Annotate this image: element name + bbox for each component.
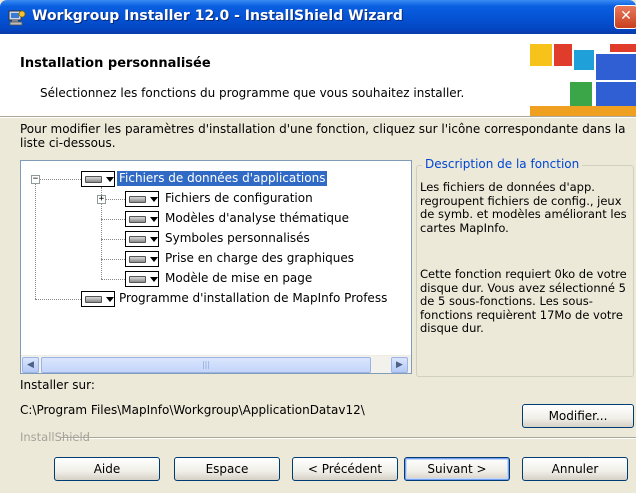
next-button[interactable]: Suivant > bbox=[404, 457, 510, 481]
hard-drive-icon bbox=[85, 176, 102, 183]
installshield-brand: InstallShield bbox=[20, 430, 90, 444]
tree-item-layout-template[interactable]: Modèle de mise en page bbox=[163, 271, 314, 286]
tree-item-app-data[interactable]: Fichiers de données d'applications bbox=[117, 171, 328, 186]
collapse-toggle[interactable]: − bbox=[31, 175, 40, 184]
description-text: Les fichiers de données d'app. regroupen… bbox=[420, 180, 627, 235]
dropdown-arrow-icon bbox=[150, 257, 158, 262]
tree-item-mapinfo-installer[interactable]: Programme d'installation de MapInfo Prof… bbox=[117, 291, 389, 306]
tree-item-custom-symbols[interactable]: Symboles personnalisés bbox=[163, 231, 312, 246]
dropdown-arrow-icon bbox=[106, 177, 114, 182]
feature-state-dropdown[interactable] bbox=[81, 291, 115, 307]
dropdown-arrow-icon bbox=[150, 197, 158, 202]
close-button[interactable]: ✕ bbox=[614, 5, 636, 29]
horizontal-scrollbar[interactable]: ◀ ||| ▶ bbox=[21, 355, 411, 373]
expand-toggle[interactable]: + bbox=[97, 195, 106, 204]
scroll-left-button[interactable]: ◀ bbox=[22, 357, 39, 373]
title-bar[interactable]: Workgroup Installer 12.0 - InstallShield… bbox=[0, 0, 636, 34]
tree-connector bbox=[35, 179, 81, 180]
page-title: Installation personnalisée bbox=[20, 56, 211, 71]
tree-connector bbox=[35, 179, 36, 299]
tree-connector bbox=[101, 239, 125, 240]
hard-drive-icon bbox=[129, 276, 146, 283]
tree-connector bbox=[101, 259, 125, 260]
disk-requirements-text: Cette fonction requiert 0ko de votre dis… bbox=[420, 268, 627, 335]
window-title: Workgroup Installer 12.0 - InstallShield… bbox=[32, 8, 403, 24]
feature-state-dropdown[interactable] bbox=[125, 191, 159, 207]
hard-drive-icon bbox=[85, 296, 102, 303]
dropdown-arrow-icon bbox=[150, 217, 158, 222]
feature-state-dropdown[interactable] bbox=[125, 231, 159, 247]
scroll-thumb[interactable]: ||| bbox=[41, 357, 371, 373]
tree-item-thematic-templates[interactable]: Modèles d'analyse thématique bbox=[163, 211, 351, 226]
tree-connector bbox=[35, 299, 81, 300]
tree-item-config-files[interactable]: Fichiers de configuration bbox=[163, 191, 315, 206]
feature-tree[interactable]: − Fichiers de données d'applications + F… bbox=[20, 160, 412, 374]
hard-drive-icon bbox=[129, 196, 146, 203]
dropdown-arrow-icon bbox=[106, 297, 114, 302]
feature-state-dropdown[interactable] bbox=[125, 271, 159, 287]
dropdown-arrow-icon bbox=[150, 277, 158, 282]
install-location-label: Installer sur: bbox=[20, 378, 95, 392]
installshield-separator bbox=[60, 437, 636, 439]
hard-drive-icon bbox=[129, 216, 146, 223]
back-button[interactable]: < Précédent bbox=[292, 457, 398, 481]
description-legend: Description de la fonction bbox=[422, 157, 583, 171]
help-button[interactable]: Aide bbox=[54, 457, 160, 481]
feature-state-dropdown[interactable] bbox=[125, 251, 159, 267]
header-separator bbox=[0, 116, 636, 118]
cancel-button[interactable]: Annuler bbox=[522, 457, 628, 481]
dropdown-arrow-icon bbox=[150, 237, 158, 242]
feature-state-dropdown[interactable] bbox=[81, 171, 115, 187]
installshield-logo bbox=[530, 44, 636, 116]
instructions: Pour modifier les paramètres d'installat… bbox=[20, 122, 626, 150]
tree-connector bbox=[101, 219, 125, 220]
disk-space-button[interactable]: Espace bbox=[174, 457, 280, 481]
tree-item-graphics-support[interactable]: Prise en charge des graphiques bbox=[163, 251, 356, 266]
tree-connector bbox=[101, 279, 125, 280]
install-path: C:\Program Files\MapInfo\Workgroup\Appli… bbox=[20, 403, 365, 417]
installer-computer-icon bbox=[8, 10, 26, 26]
feature-state-dropdown[interactable] bbox=[125, 211, 159, 227]
scroll-right-button[interactable]: ▶ bbox=[391, 357, 408, 373]
hard-drive-icon bbox=[129, 236, 146, 243]
hard-drive-icon bbox=[129, 256, 146, 263]
page-subtitle: Sélectionnez les fonctions du programme … bbox=[40, 86, 465, 100]
modify-button[interactable]: Modifier... bbox=[522, 404, 634, 428]
